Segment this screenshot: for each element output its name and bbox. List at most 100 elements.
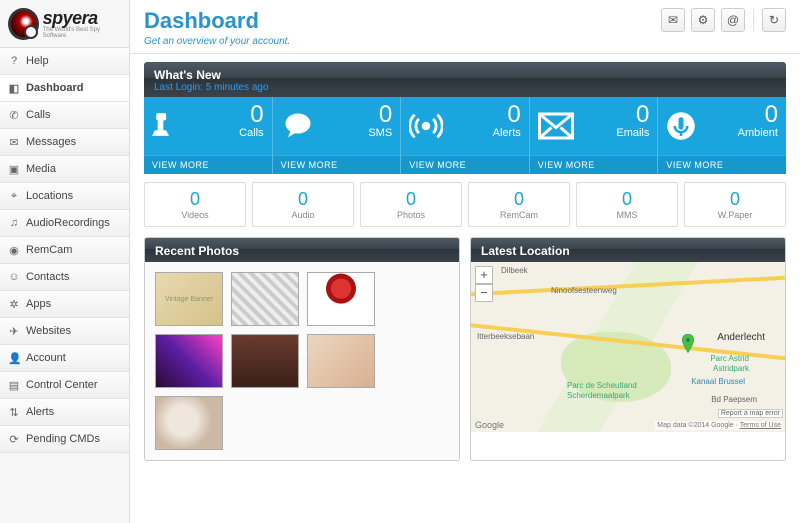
map[interactable]: Dilbeek Ninoofsesteenweg Itterbeeksebaan… [471,262,785,432]
nav-dashboard[interactable]: ◧ Dashboard [0,75,129,102]
refresh-button[interactable]: ↻ [762,8,786,32]
nav-label: Dashboard [26,82,83,94]
nav-label: Messages [26,136,76,148]
photo-thumb[interactable] [307,334,375,388]
power-button[interactable]: @ [721,8,745,32]
dashboard-icon: ◧ [8,82,20,94]
map-attribution: Map data ©2014 Google · Terms of Use [655,421,783,430]
audio-icon: ♫ [8,217,20,229]
map-zoom-in[interactable]: + [475,266,493,284]
nav-label: Alerts [26,406,54,418]
tile-value: 0 [738,103,778,127]
tile2-audio[interactable]: 0Audio [252,182,354,227]
web-icon: ✈ [8,325,20,337]
nav-alerts[interactable]: ⇅Alerts [0,399,129,426]
map-label: Scherdemaalpark [567,391,630,400]
photo-thumb[interactable] [231,272,299,326]
map-report-link[interactable]: Report a map error [718,409,783,418]
tile-label: Alerts [493,127,521,139]
photo-grid: Vintage Banner [145,262,459,460]
view-more-link[interactable]: VIEW MORE [273,155,401,174]
mic-icon [666,109,696,148]
account-icon: 👤 [8,352,20,364]
panel-title: Recent Photos [155,244,449,258]
tile2-label: Videos [145,210,245,220]
map-label: Bd Paepsem [711,395,757,404]
mail-button[interactable]: ✉ [661,8,685,32]
photo-thumb[interactable] [155,334,223,388]
photo-thumb[interactable] [307,272,375,326]
nav-control-center[interactable]: ▤Control Center [0,372,129,399]
tile2-remcam[interactable]: 0RemCam [468,182,570,227]
tile2-mms[interactable]: 0MMS [576,182,678,227]
nav-calls[interactable]: ✆ Calls [0,102,129,129]
recent-photos-panel: Recent Photos Vintage Banner [144,237,460,461]
nav-contacts[interactable]: ☺Contacts [0,264,129,291]
nav-messages[interactable]: ✉ Messages [0,129,129,156]
tile2-photos[interactable]: 0Photos [360,182,462,227]
nav-locations[interactable]: ⌖Locations [0,183,129,210]
header-tools: ✉ ⚙ @ ↻ [661,8,786,32]
nav-account[interactable]: 👤Account [0,345,129,372]
tile-label: Ambient [738,127,778,139]
nav-label: Calls [26,109,50,121]
map-zoom-out[interactable]: − [475,284,493,302]
map-road [471,276,785,296]
nav-audiorecordings[interactable]: ♫AudioRecordings [0,210,129,237]
gear-icon: ⚙ [698,13,709,27]
tile-ambient[interactable]: 0Ambient VIEW MORE [657,97,786,174]
last-login: Last Login: 5 minutes ago [154,82,776,93]
brand-tagline: The World's Best Spy Software [43,27,121,39]
map-label: Dilbeek [501,266,528,275]
map-google-logo: Google [475,420,504,430]
nav-label: Websites [26,325,71,337]
photo-thumb[interactable] [231,334,299,388]
tile-sms[interactable]: 0SMS VIEW MORE [272,97,401,174]
tile2-label: RemCam [469,210,569,220]
map-terms-link[interactable]: Terms of Use [740,422,781,429]
view-more-link[interactable]: VIEW MORE [658,155,786,174]
chat-icon [281,111,315,146]
tile-alerts[interactable]: 0Alerts VIEW MORE [400,97,529,174]
photo-thumb[interactable] [155,396,223,450]
control-icon: ▤ [8,379,20,391]
nav-media[interactable]: ▣Media [0,156,129,183]
media-icon: ▣ [8,163,20,175]
whats-new-title: What's New [154,68,776,82]
view-more-link[interactable]: VIEW MORE [530,155,658,174]
page-subtitle: Get an overview of your account. [144,36,290,47]
apps-icon: ✲ [8,298,20,310]
camera-icon: ◉ [8,244,20,256]
tile2-label: Photos [361,210,461,220]
tile2-value: 0 [361,189,461,210]
page-header: Dashboard Get an overview of your accoun… [130,0,800,54]
tile2-videos[interactable]: 0Videos [144,182,246,227]
nav-websites[interactable]: ✈ Websites [0,318,129,345]
nav-pending-cmds[interactable]: ⟳Pending CMDs [0,426,129,453]
contacts-icon: ☺ [8,271,20,283]
nav-remcam[interactable]: ◉RemCam [0,237,129,264]
map-label: Anderlecht [717,332,765,343]
primary-tiles: 0Calls VIEW MORE 0SMS VIEW MORE 0Alerts … [144,97,786,174]
view-more-link[interactable]: VIEW MORE [401,155,529,174]
phone-icon: ✆ [8,109,20,121]
view-more-link[interactable]: VIEW MORE [144,155,272,174]
tile-value: 0 [616,103,649,127]
tile-emails[interactable]: 0Emails VIEW MORE [529,97,658,174]
settings-button[interactable]: ⚙ [691,8,715,32]
nav-apps[interactable]: ✲Apps [0,291,129,318]
antenna-icon [409,109,443,148]
message-icon: ✉ [8,136,20,148]
tile2-label: W.Paper [685,210,785,220]
tile-label: Calls [239,127,263,139]
map-label: Parc de Scheutland [567,381,637,390]
tile2-wpaper[interactable]: 0W.Paper [684,182,786,227]
envelope-icon [538,112,574,145]
map-label: Parc Astrid [710,354,749,363]
panel-title: Latest Location [481,244,775,258]
map-label: Kanaal Brussel [691,377,745,386]
tile-calls[interactable]: 0Calls VIEW MORE [144,97,272,174]
main-nav: ?Help ◧ Dashboard ✆ Calls ✉ Messages ▣Media… [0,48,129,453]
photo-thumb[interactable]: Vintage Banner [155,272,223,326]
nav-help[interactable]: ?Help [0,48,129,75]
